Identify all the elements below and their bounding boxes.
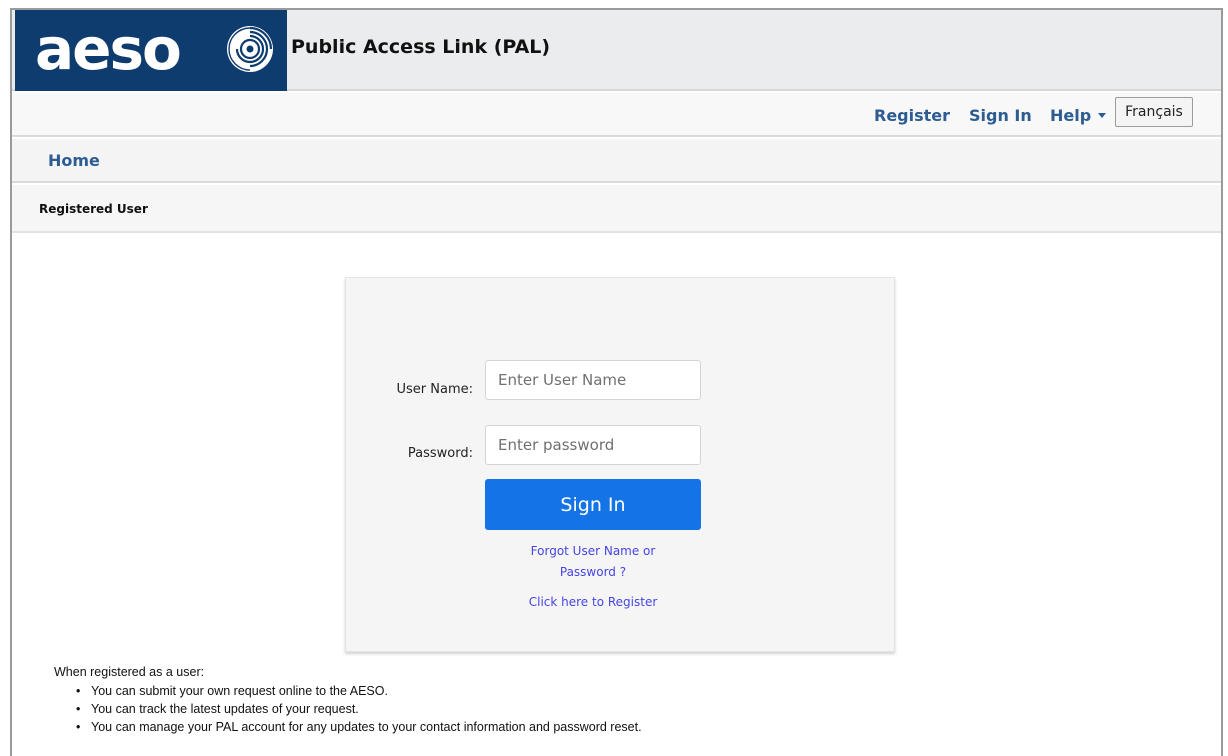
aeso-swirl-icon xyxy=(227,26,273,72)
forgot-link-line2: Password ? xyxy=(559,565,627,579)
help-label: Help xyxy=(1050,106,1092,125)
username-input[interactable] xyxy=(485,360,701,400)
list-item: You can submit your own request online t… xyxy=(76,684,642,698)
language-toggle-button[interactable]: Français xyxy=(1115,97,1193,127)
forgot-link-line1: Forgot User Name or xyxy=(530,544,656,558)
home-bar: Home xyxy=(12,139,1221,183)
sign-in-button[interactable]: Sign In xyxy=(485,479,701,530)
username-label: User Name: xyxy=(396,382,474,397)
help-menu[interactable]: Help xyxy=(1050,106,1107,125)
site-header: aeso Public Access Link (PAL) xyxy=(12,10,1221,91)
list-item: You can track the latest updates of your… xyxy=(76,702,642,716)
register-here-link[interactable]: Click here to Register xyxy=(485,592,701,613)
section-header: Registered User xyxy=(12,185,1221,233)
logo-wordmark: aeso xyxy=(35,15,182,83)
password-label: Password: xyxy=(407,446,473,461)
password-input[interactable] xyxy=(485,425,701,465)
register-link[interactable]: Register xyxy=(874,106,950,125)
list-item: You can manage your PAL account for any … xyxy=(76,720,642,734)
sign-in-link[interactable]: Sign In xyxy=(969,106,1032,125)
browser-frame: aeso Public Access Link (PAL) Register S… xyxy=(10,8,1223,756)
login-card: User Name: Password: Sign In Forgot User… xyxy=(345,277,895,652)
app-title: Public Access Link (PAL) xyxy=(291,36,551,58)
top-nav: Register Sign In Help Français xyxy=(12,93,1221,137)
chevron-down-icon xyxy=(1098,113,1107,118)
info-intro: When registered as a user: xyxy=(54,665,205,679)
home-link[interactable]: Home xyxy=(48,151,100,170)
forgot-credentials-link[interactable]: Forgot User Name or Password ? xyxy=(485,541,701,583)
aeso-logo[interactable]: aeso xyxy=(15,10,287,91)
registration-info: When registered as a user: You can submi… xyxy=(54,665,642,738)
info-list: You can submit your own request online t… xyxy=(76,684,642,734)
section-title: Registered User xyxy=(39,202,148,216)
